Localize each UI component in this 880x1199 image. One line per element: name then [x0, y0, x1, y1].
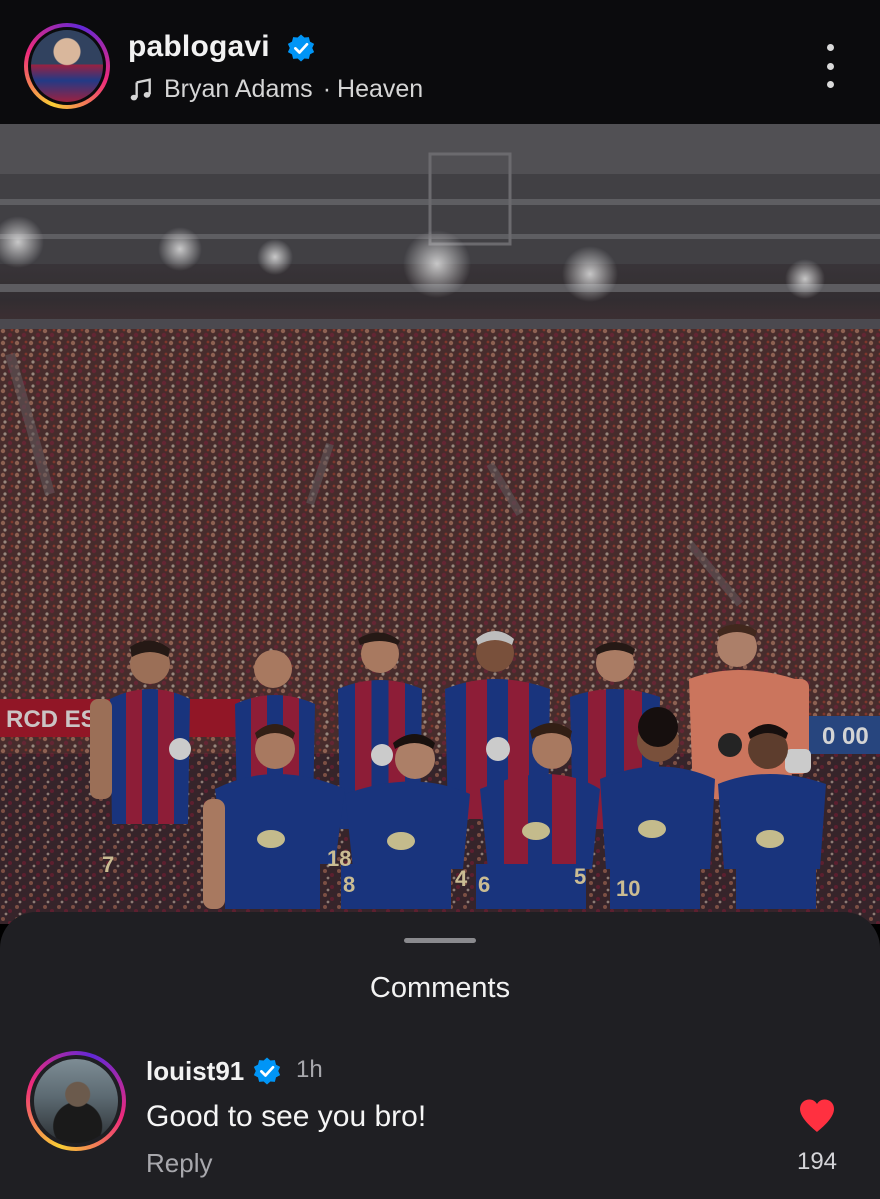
commenter-avatar[interactable]: [26, 1051, 126, 1151]
sheet-drag-handle[interactable]: [404, 938, 476, 943]
post-header: pablogavi Bryan Adams · Heaven: [0, 0, 880, 124]
more-options-icon[interactable]: [810, 44, 850, 88]
team-photo-illustration: RCD ESPAN 0 00 7 18 8 4 6 5 10: [0, 124, 880, 924]
verified-badge-icon: [287, 34, 315, 62]
comment-timestamp: 1h: [296, 1056, 323, 1083]
like-count: 194: [796, 1148, 838, 1175]
commenter-username[interactable]: louist91: [146, 1056, 244, 1087]
comments-title: Comments: [369, 972, 511, 1004]
music-artist: Bryan Adams: [164, 75, 313, 103]
post-photo[interactable]: RCD ESPAN 0 00 7 18 8 4 6 5 10: [0, 124, 880, 924]
comment-text: Good to see you bro!: [146, 1100, 427, 1133]
commenter-avatar-photo: [34, 1059, 118, 1143]
music-song: Heaven: [337, 75, 424, 103]
comments-sheet: Comments louist91 1h Good to see you bro…: [0, 912, 880, 1199]
music-separator: ·: [322, 75, 332, 103]
username[interactable]: pablogavi: [128, 30, 270, 64]
avatar-photo: [31, 30, 103, 102]
profile-avatar[interactable]: [24, 23, 110, 109]
reply-button[interactable]: Reply: [146, 1148, 212, 1179]
music-note-icon: [130, 77, 151, 100]
verified-badge-icon: [253, 1057, 281, 1085]
music-info[interactable]: Bryan Adams · Heaven: [128, 75, 423, 104]
heart-icon[interactable]: [797, 1098, 837, 1134]
